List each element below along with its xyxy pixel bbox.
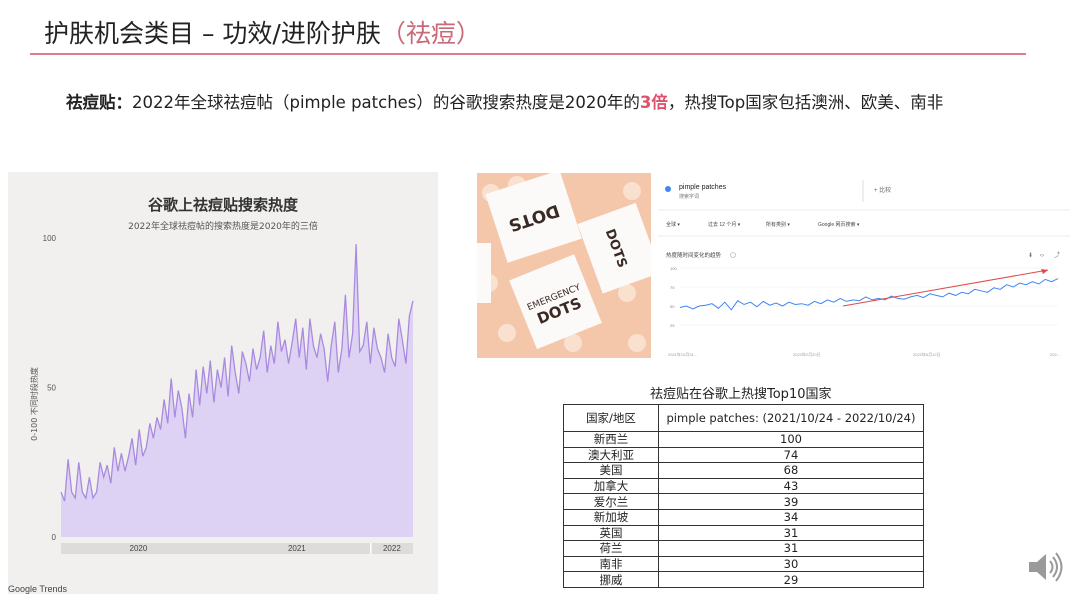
trend-area [61,244,413,537]
header-country: 国家/地区 [563,404,659,432]
slide-title-paren: （祛痘） [380,19,481,48]
x-axis-band [61,543,413,554]
country-cell: 美国 [563,462,659,479]
x-tick-label: 2020 [130,544,148,553]
header-score: pimple patches: (2021/10/24 - 2022/10/24… [658,404,924,432]
trends-section-title: 热度随时间变化的趋势 [666,251,722,259]
score-cell: 68 [658,462,924,479]
emergency-dots-photo: DOTS DOTS EMERGENCY DOTS [477,173,651,358]
x-tick-label: 2021年10月31… [668,351,698,357]
trends-screenshot: pimple patches 搜索字词 + 比较 全球 ▾ 过去 12 个月 ▾ 所… [658,172,1070,360]
table-row: 澳大利亚 74 [563,446,924,464]
country-cell: 澳大利亚 [563,446,659,464]
score-cell: 43 [658,477,924,495]
table-row: 美国 68 [563,462,924,479]
trends-screenshot-canvas: pimple patches 搜索字词 + 比较 全球 ▾ 过去 12 个月 ▾ 所… [658,172,1070,357]
table-row: 加拿大 43 [563,477,924,495]
filter-dropdown[interactable]: 全球 ▾ [666,221,680,228]
y-tick-label: 25 [670,323,675,328]
country-cell: 加拿大 [563,477,659,495]
score-cell: 100 [658,431,924,448]
series-dot-icon [665,186,671,192]
y-tick-label: 0 [52,533,57,542]
table-row: 爱尔兰 39 [563,493,924,510]
country-cell: 爱尔兰 [563,493,659,510]
trend-chart-card: 谷歌上祛痘贴搜索热度 2022年全球祛痘帖的搜索热度是2020年的三倍 0-10… [8,172,438,594]
table-row: 挪威 29 [563,571,924,588]
country-cell: 新西兰 [563,431,659,448]
score-cell: 31 [658,540,924,557]
title-divider [30,53,1026,55]
x-tick-label: 2022 [383,544,401,553]
slide: 护肤机会类目 – 功效/进阶护肤（祛痘） 祛痘贴：2022年全球祛痘帖（pimp… [0,0,1080,601]
y-tick-label: 100 [43,234,57,243]
top10-table: 国家/地区 pimple patches: (2021/10/24 - 2022… [563,404,924,588]
y-tick-label: 50 [670,304,675,309]
country-cell: 英国 [563,524,659,542]
product-photo: DOTS DOTS EMERGENCY DOTS [477,173,651,358]
table-row: 新加坡 34 [563,508,924,526]
uptrend-arrow [842,269,1049,307]
country-cell: 挪威 [563,571,659,588]
score-cell: 31 [658,524,924,542]
google-trends-label: Google Trends [8,584,68,594]
headline-text-a: 2022年全球祛痘帖（pimple patches）的谷歌搜索热度是2020年的 [132,93,640,112]
table-header-row: 国家/地区 pimple patches: (2021/10/24 - 2022… [563,404,924,432]
x-tick-label: 202… [1050,352,1061,357]
compare-button[interactable]: + 比较 [874,186,891,194]
headline-highlight: 3倍 [639,93,668,112]
embed-icon[interactable]: ‹› [1040,253,1044,259]
top10-title: 祛痘贴在谷歌上热搜Top10国家 [650,387,832,402]
x-tick-label: 2021 [288,544,306,553]
slide-title-main: 护肤机会类目 – 功效/进阶护肤 [44,19,381,48]
y-tick-label: 50 [47,384,56,393]
trends-filters: 全球 ▾ 过去 12 个月 ▾ 所有类别 ▾ Google 网页搜索 ▾ [666,221,860,228]
country-cell: 荷兰 [563,540,659,557]
y-tick-label: 100 [670,266,677,271]
score-cell: 39 [658,493,924,510]
speaker-icon[interactable] [1026,548,1066,586]
table-row: 英国 31 [563,524,924,542]
trends-screenshot-plot: 100 75 50 25 2021年10月31… 2022年2月20日 2022年6月12日… [668,266,1061,357]
score-cell: 29 [658,571,924,588]
share-icon[interactable]: ⤴ [1054,251,1060,259]
headline: 祛痘贴：2022年全球祛痘帖（pimple patches）的谷歌搜索热度是20… [66,89,943,113]
x-tick-label: 2022年2月20日 [793,351,821,357]
country-cell: 南非 [563,555,659,573]
table-row: 新西兰 100 [563,431,924,448]
filter-dropdown[interactable]: 过去 12 个月 ▾ [708,221,741,228]
country-cell: 新加坡 [563,508,659,526]
table-row: 南非 30 [563,555,924,573]
trend-chart-subtitle: 2022年全球祛痘帖的搜索热度是2020年的三倍 [128,220,318,232]
y-tick-label: 75 [670,285,675,290]
trend-chart: 谷歌上祛痘贴搜索热度 2022年全球祛痘帖的搜索热度是2020年的三倍 0-10… [29,196,414,554]
score-cell: 30 [658,555,924,573]
score-cell: 34 [658,508,924,526]
search-term-type: 搜索字词 [679,193,699,200]
x-tick-label: 2022年6月12日 [913,351,941,357]
score-cell: 74 [658,446,924,464]
slide-title: 护肤机会类目 – 功效/进阶护肤（祛痘） [44,14,481,50]
headline-prefix: 祛痘贴： [66,93,132,112]
search-term[interactable]: pimple patches [679,184,727,191]
table-row: 荷兰 31 [563,540,924,557]
trend-chart-plot [60,243,414,537]
download-icon[interactable]: ⬇ [1028,252,1033,259]
trend-chart-ylabel: 0-100 不同时段热度 [29,367,39,441]
trend-chart-title: 谷歌上祛痘贴搜索热度 [148,196,299,214]
filter-dropdown[interactable]: Google 网页搜索 ▾ [818,221,860,228]
help-icon[interactable] [730,252,736,258]
trends-line [679,278,1059,311]
headline-text-b: ，热搜Top国家包括澳洲、欧美、南非 [667,93,944,112]
filter-dropdown[interactable]: 所有类别 ▾ [766,221,790,228]
